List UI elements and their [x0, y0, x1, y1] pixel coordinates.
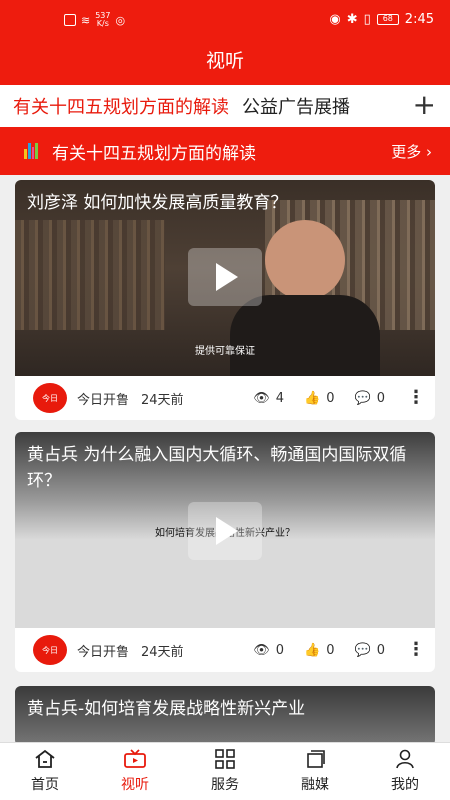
- channel-tabs: 有关十四五规划方面的解读 公益广告展播 +: [0, 85, 450, 130]
- comments-count: 0: [376, 642, 385, 658]
- comment-icon[interactable]: 💬: [355, 643, 371, 658]
- bluetooth-icon: ✱: [346, 12, 358, 27]
- bottom-nav: 首页 视听 服务 融媒 我的: [0, 742, 450, 800]
- video-thumbnail[interactable]: 刘彦泽 如何加快发展高质量教育？ 提供可靠保证: [15, 180, 435, 376]
- page-title: 视听: [0, 40, 450, 85]
- play-button-icon[interactable]: [188, 248, 262, 306]
- video-thumbnail[interactable]: 黄占兵-如何培育发展战略性新兴产业: [15, 686, 435, 746]
- comments-count: 0: [376, 390, 385, 406]
- likes-count: 0: [326, 390, 335, 406]
- play-button-icon[interactable]: [188, 502, 262, 560]
- more-link[interactable]: 更多 ›: [391, 141, 432, 162]
- tab-14th-five-year-plan[interactable]: 有关十四五规划方面的解读: [13, 93, 229, 130]
- video-thumbnail[interactable]: 黄占兵 为什么融入国内大循环、畅通国内国际双循环？ 如何培育发展战略性新兴产业？: [15, 432, 435, 628]
- user-icon: [360, 749, 450, 771]
- more-options-icon[interactable]: ⋮: [407, 641, 425, 659]
- video-stats: 👁 0 👍 0 💬 0 ⋮: [253, 641, 425, 659]
- nav-label: 服务: [211, 777, 239, 793]
- bookshelf-left: [15, 220, 165, 330]
- publish-age: 24天前: [141, 392, 184, 408]
- battery-icon: 68: [376, 14, 399, 25]
- nav-home[interactable]: 首页: [0, 743, 90, 800]
- nav-audiovisual[interactable]: 视听: [90, 743, 180, 800]
- video-title: 黄占兵 为什么融入国内大循环、畅通国内国际双循环？: [27, 445, 407, 491]
- publish-age: 24天前: [141, 644, 184, 660]
- video-card[interactable]: 黄占兵-如何培育发展战略性新兴产业: [15, 686, 435, 746]
- notification-icon: ◎: [115, 13, 126, 27]
- views-icon: 👁: [253, 642, 270, 658]
- source-avatar: 今日: [33, 383, 67, 413]
- source-name: 今日开鲁: [77, 392, 130, 408]
- video-title: 刘彦泽 如何加快发展高质量教育？: [27, 193, 288, 213]
- clock: 2:45: [404, 12, 434, 27]
- media-icon: [270, 749, 360, 771]
- wifi-icon: ≋: [81, 13, 91, 27]
- status-right: ◉ ✱ ▯ 68 2:45: [329, 12, 434, 27]
- like-icon[interactable]: 👍: [304, 643, 320, 658]
- source-name: 今日开鲁: [77, 644, 130, 660]
- more-options-icon[interactable]: ⋮: [407, 389, 425, 407]
- video-meta: 今日 今日开鲁 24天前 👁 0 👍 0 💬 0 ⋮: [15, 628, 435, 672]
- nav-mine[interactable]: 我的: [360, 743, 450, 800]
- video-caption: 提供可靠保证: [195, 346, 255, 357]
- presenter-body: [230, 295, 380, 376]
- video-stats: 👁 4 👍 0 💬 0 ⋮: [253, 389, 425, 407]
- like-icon[interactable]: 👍: [304, 391, 320, 406]
- views-count: 4: [275, 390, 285, 406]
- vibrate-icon: ▯: [363, 12, 371, 27]
- video-card[interactable]: 刘彦泽 如何加快发展高质量教育？ 提供可靠保证 今日 今日开鲁 24天前 👁 4…: [15, 180, 435, 420]
- video-meta: 今日 今日开鲁 24天前 👁 4 👍 0 💬 0 ⋮: [15, 376, 435, 420]
- nav-service[interactable]: 服务: [180, 743, 270, 800]
- nav-media[interactable]: 融媒: [270, 743, 360, 800]
- video-card[interactable]: 黄占兵 为什么融入国内大循环、畅通国内国际双循环？ 如何培育发展战略性新兴产业？…: [15, 432, 435, 672]
- likes-count: 0: [326, 642, 335, 658]
- add-channel-icon[interactable]: +: [413, 91, 436, 119]
- comment-icon[interactable]: 💬: [355, 391, 371, 406]
- grid-icon: [180, 749, 270, 771]
- status-left: ≋ 537 K/s ◎: [64, 12, 125, 28]
- nav-label: 首页: [31, 777, 59, 793]
- home-icon: [0, 749, 90, 771]
- tv-icon: [90, 749, 180, 771]
- section-banner: 有关十四五规划方面的解读 更多 ›: [0, 127, 450, 175]
- nav-label: 视听: [121, 777, 149, 793]
- views-icon: 👁: [253, 390, 270, 406]
- nav-label: 我的: [391, 777, 419, 793]
- section-logo-icon: [24, 143, 38, 159]
- section-title: 有关十四五规划方面的解读: [52, 143, 256, 164]
- tab-public-ads[interactable]: 公益广告展播: [242, 93, 350, 119]
- views-count: 0: [275, 642, 285, 658]
- presenter-face: [265, 220, 345, 300]
- sim-icon: [64, 14, 76, 26]
- status-bar: ≋ 537 K/s ◎ ◉ ✱ ▯ 68 2:45: [0, 0, 450, 40]
- network-speed: 537 K/s: [95, 11, 111, 28]
- source-avatar: 今日: [33, 635, 67, 665]
- video-title: 黄占兵-如何培育发展战略性新兴产业: [27, 699, 306, 719]
- eye-icon: ◉: [329, 12, 341, 27]
- nav-label: 融媒: [301, 777, 329, 793]
